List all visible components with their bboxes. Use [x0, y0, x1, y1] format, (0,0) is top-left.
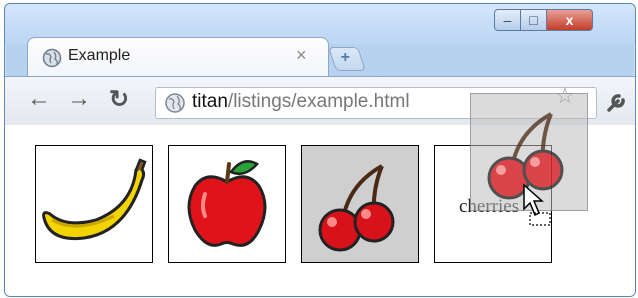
plus-icon: +	[340, 49, 351, 66]
cherries-icon	[318, 164, 395, 252]
apple-icon	[187, 160, 267, 247]
banana-tile[interactable]	[35, 145, 153, 263]
globe-icon	[164, 92, 186, 119]
minimize-button[interactable]: –	[494, 9, 521, 31]
cherries-tile[interactable]	[301, 145, 419, 263]
new-tab-button[interactable]: +	[328, 47, 366, 71]
reload-icon[interactable]: ↻	[109, 85, 129, 114]
forward-arrow-icon[interactable]: →	[67, 85, 91, 113]
url-host: titan	[192, 91, 228, 112]
drag-cursor-icon	[522, 183, 556, 234]
url-path: /listings/example.html	[227, 91, 410, 112]
apple-tile[interactable]	[168, 145, 286, 263]
banana-icon	[42, 158, 147, 241]
back-arrow-icon[interactable]: ←	[27, 85, 51, 113]
tab-title: Example	[68, 47, 131, 64]
tab-example[interactable]: Example ×	[27, 37, 329, 76]
tab-close-button[interactable]: ×	[296, 45, 307, 66]
close-window-button[interactable]: x	[546, 9, 593, 31]
maximize-button[interactable]: □	[520, 9, 547, 31]
wrench-icon[interactable]	[605, 90, 629, 120]
url-text: titan/listings/example.html	[192, 91, 410, 113]
globe-icon	[42, 48, 62, 73]
